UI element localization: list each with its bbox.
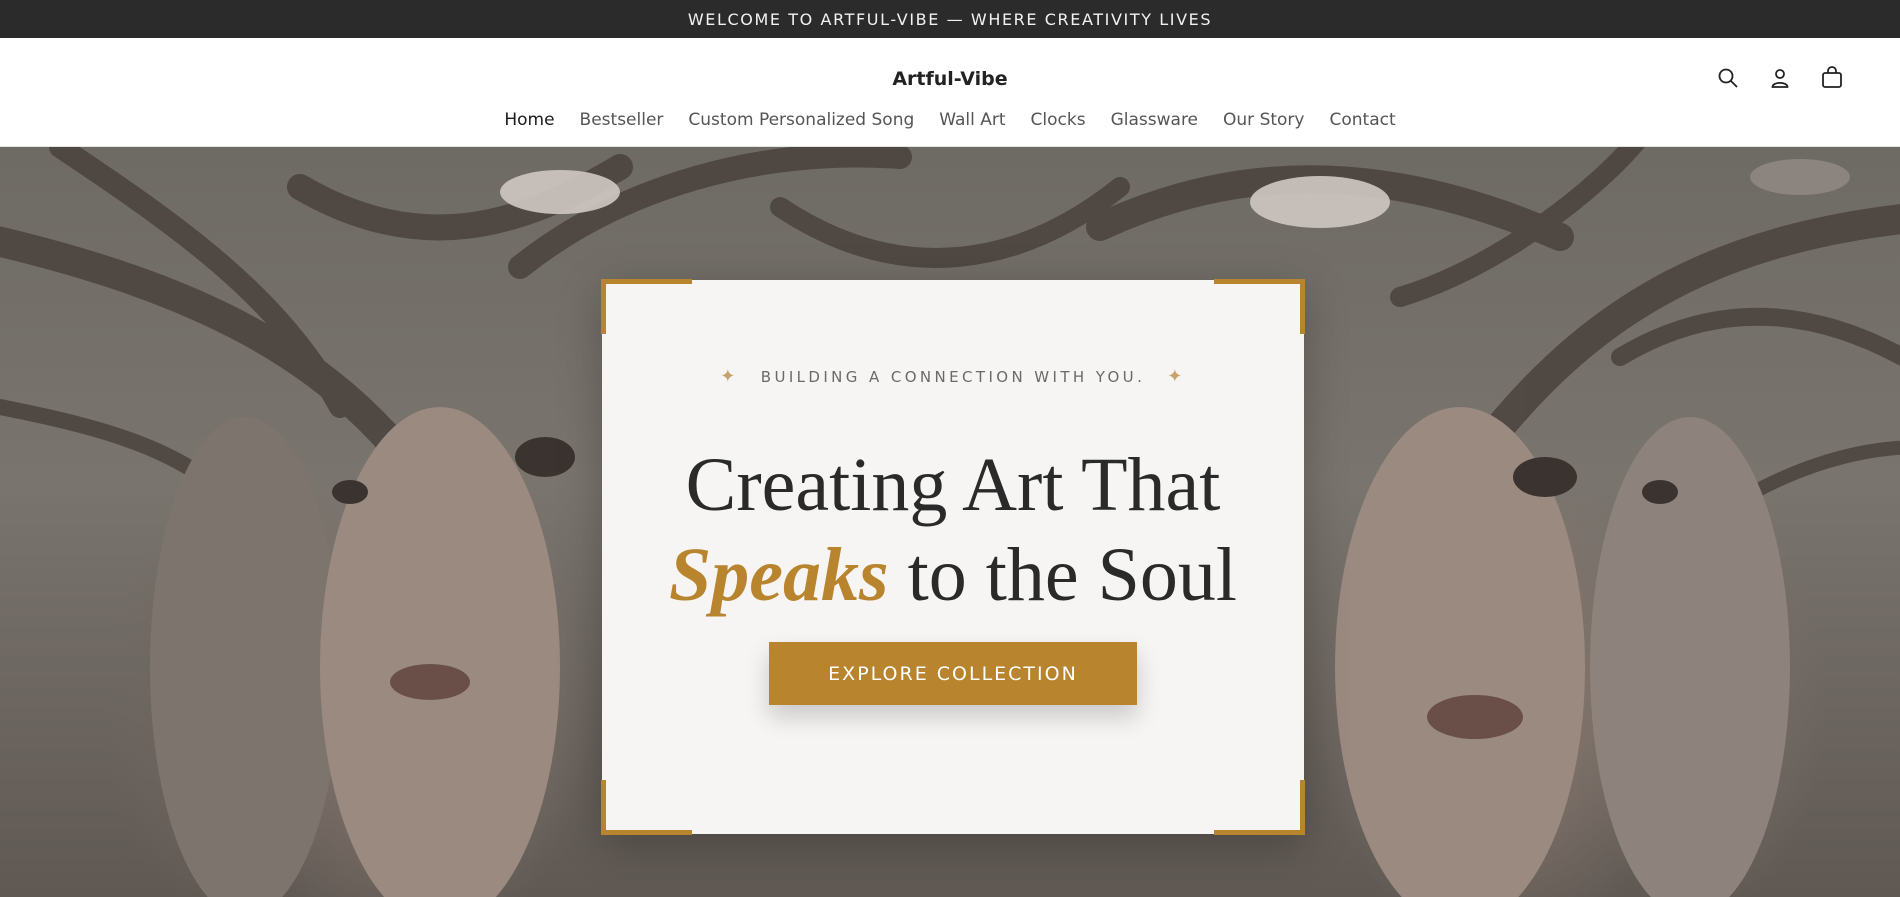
nav-item-wall-art[interactable]: Wall Art: [939, 110, 1005, 130]
site-header: Artful-Vibe Home Bestseller Custom Perso…: [0, 38, 1900, 147]
site-logo[interactable]: Artful-Vibe: [0, 68, 1900, 90]
nav-item-contact[interactable]: Contact: [1330, 110, 1396, 130]
corner-accent: [601, 279, 692, 334]
nav-item-home[interactable]: Home: [504, 110, 554, 130]
headline-accent: Speaks: [669, 533, 889, 617]
nav-item-glassware[interactable]: Glassware: [1111, 110, 1198, 130]
headline-rest: to the Soul: [907, 533, 1237, 617]
account-icon[interactable]: [1768, 66, 1792, 90]
hero-eyebrow-text: BUILDING A CONNECTION WITH YOU.: [760, 367, 1146, 386]
sparkle-icon: ✦: [720, 366, 739, 387]
search-icon[interactable]: [1716, 66, 1740, 90]
main-nav: Home Bestseller Custom Personalized Song…: [0, 110, 1900, 130]
corner-accent: [1214, 780, 1305, 835]
corner-accent: [1214, 279, 1305, 334]
explore-collection-button[interactable]: EXPLORE COLLECTION: [769, 642, 1137, 705]
hero-card: ✦ BUILDING A CONNECTION WITH YOU. ✦ Crea…: [601, 279, 1305, 835]
nav-item-custom-personalized-song[interactable]: Custom Personalized Song: [688, 110, 914, 130]
headline-line1: Creating Art That: [685, 443, 1221, 527]
header-icons: [1716, 66, 1844, 90]
announcement-bar: WELCOME TO ARTFUL-VIBE — WHERE CREATIVIT…: [0, 0, 1900, 38]
nav-item-bestseller[interactable]: Bestseller: [580, 110, 664, 130]
nav-item-clocks[interactable]: Clocks: [1031, 110, 1086, 130]
cart-icon[interactable]: [1820, 66, 1844, 90]
announcement-text: WELCOME TO ARTFUL-VIBE — WHERE CREATIVIT…: [687, 9, 1213, 29]
nav-item-our-story[interactable]: Our Story: [1223, 110, 1304, 130]
sparkle-icon: ✦: [1167, 366, 1186, 387]
hero-banner: ✦ BUILDING A CONNECTION WITH YOU. ✦ Crea…: [0, 147, 1900, 897]
hero-eyebrow: ✦ BUILDING A CONNECTION WITH YOU. ✦: [602, 366, 1304, 387]
hero-headline: Creating Art That Speaks to the Soul: [602, 440, 1304, 620]
corner-accent: [601, 780, 692, 835]
